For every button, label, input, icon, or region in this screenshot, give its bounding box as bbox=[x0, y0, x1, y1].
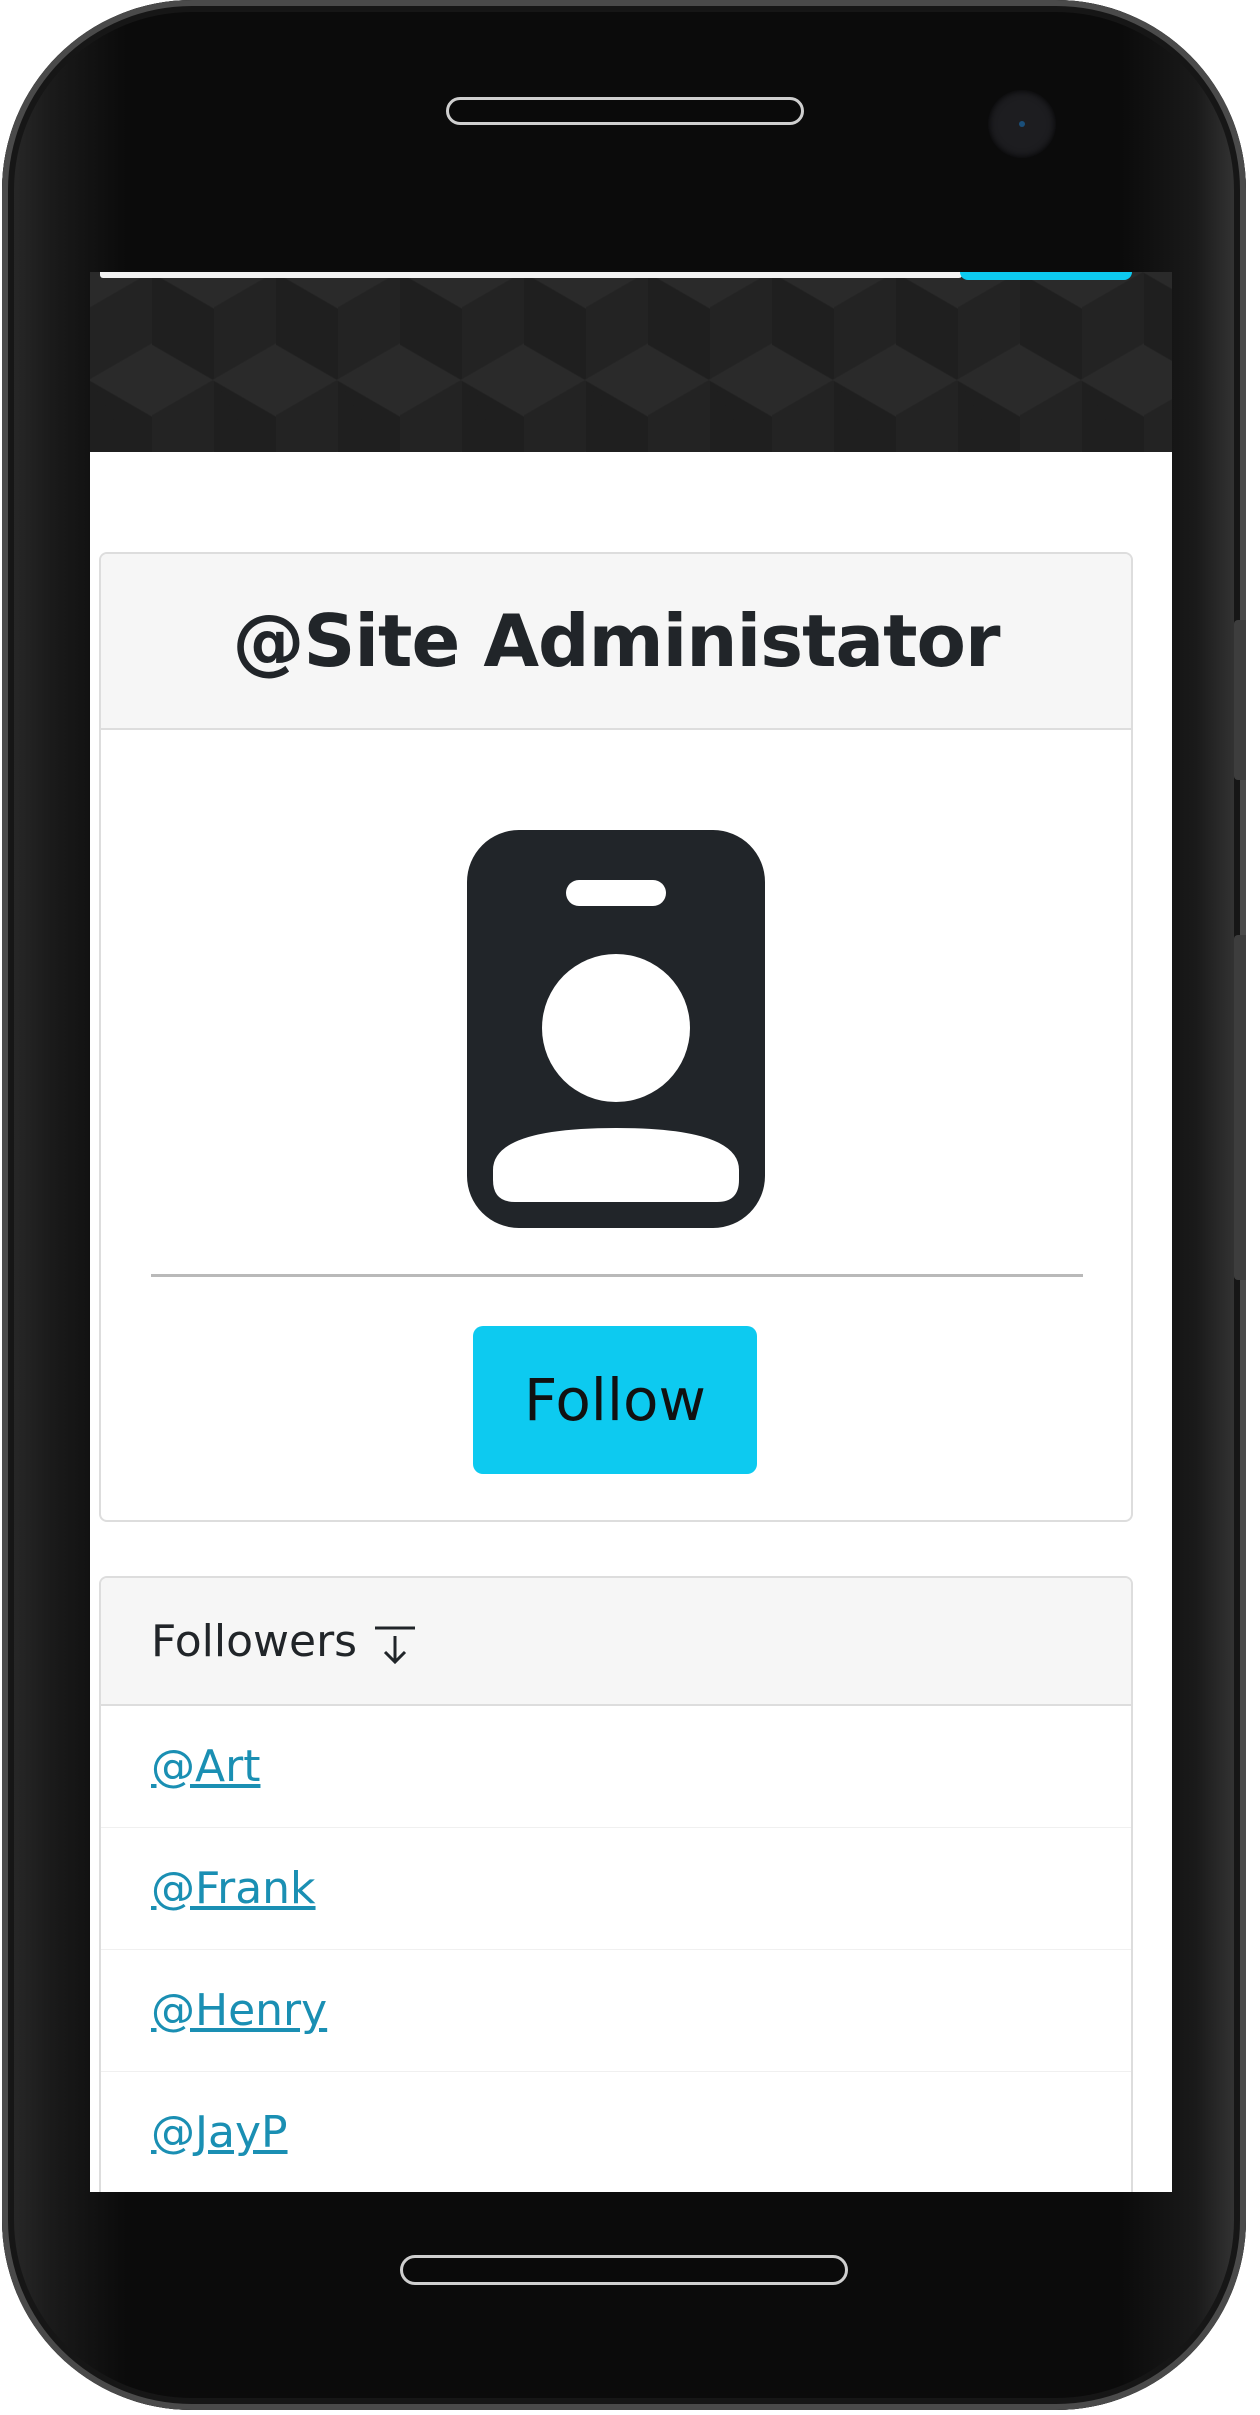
earpiece-speaker bbox=[446, 97, 804, 125]
followers-card: Followers @Art @Frank @Henry @JayP bbox=[99, 1576, 1133, 2192]
nav-accent bbox=[960, 272, 1132, 280]
hero-banner bbox=[90, 272, 1172, 452]
power-button bbox=[1234, 935, 1246, 1280]
follower-link[interactable]: @Art bbox=[151, 1741, 260, 1792]
followers-title: Followers bbox=[151, 1615, 358, 1667]
profile-divider bbox=[151, 1274, 1083, 1277]
front-camera bbox=[988, 90, 1056, 158]
follower-link[interactable]: @Henry bbox=[151, 1985, 327, 2036]
list-item: @JayP bbox=[101, 2072, 1131, 2192]
profile-card: @Site Administator Follow bbox=[99, 552, 1133, 1522]
followers-list: @Art @Frank @Henry @JayP bbox=[101, 1706, 1131, 2192]
sort-down-icon[interactable] bbox=[373, 1624, 417, 1666]
profile-card-header: @Site Administator bbox=[101, 554, 1131, 730]
phone-frame: @Site Administator Follow Followers @Art… bbox=[2, 0, 1246, 2410]
list-item: @Henry bbox=[101, 1950, 1131, 2072]
list-item: @Frank bbox=[101, 1828, 1131, 1950]
volume-button bbox=[1234, 620, 1246, 780]
list-item: @Art bbox=[101, 1706, 1131, 1828]
follow-button[interactable]: Follow bbox=[473, 1326, 757, 1474]
person-badge-icon bbox=[467, 830, 765, 1228]
followers-card-header: Followers bbox=[101, 1578, 1131, 1706]
nav-bar-edge bbox=[100, 272, 962, 278]
follower-link[interactable]: @JayP bbox=[151, 2107, 288, 2158]
profile-username: @Site Administator bbox=[232, 599, 1000, 683]
follower-link[interactable]: @Frank bbox=[151, 1863, 316, 1914]
screen: @Site Administator Follow Followers @Art… bbox=[90, 272, 1172, 2192]
home-bar[interactable] bbox=[400, 2255, 848, 2285]
